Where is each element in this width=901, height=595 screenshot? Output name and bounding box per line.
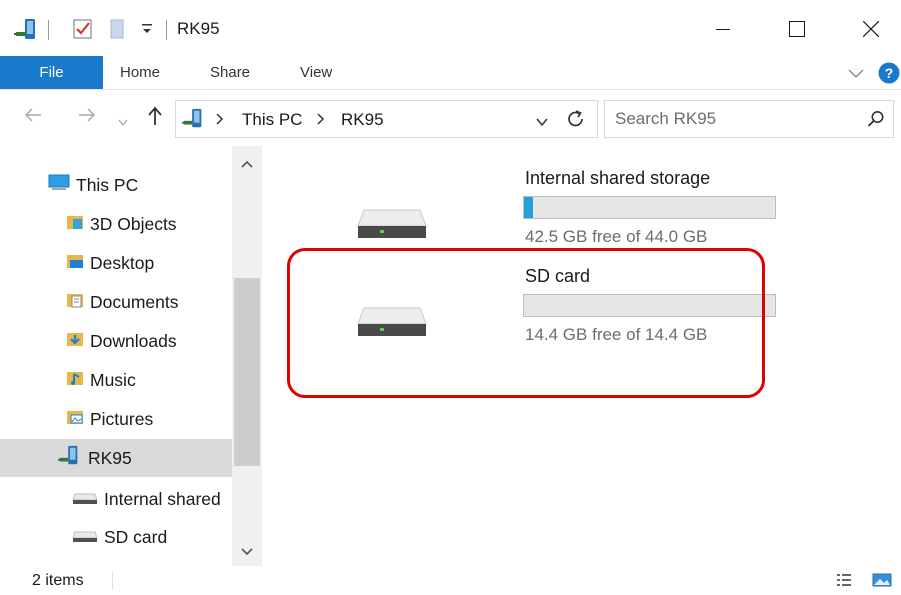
nav-item-sd-card[interactable]: SD card [0,518,232,556]
large-icons-view-icon[interactable] [872,572,892,593]
properties-icon[interactable] [72,18,94,45]
3d-objects-icon [66,213,84,236]
recent-locations-chevron-icon[interactable] [118,111,128,132]
tab-home[interactable]: Home [120,56,160,89]
nav-item-desktop[interactable]: Desktop [0,244,232,282]
minimize-icon [716,29,730,30]
details-view-icon[interactable] [836,572,852,593]
pictures-folder-icon [66,408,84,431]
drive-usage-bar [523,196,776,219]
refresh-icon[interactable] [566,108,586,135]
search-box[interactable] [604,100,894,138]
nav-item-music[interactable]: Music [0,361,232,399]
expand-ribbon-chevron-icon[interactable] [848,66,864,84]
nav-item-pictures[interactable]: Pictures [0,400,232,438]
title-bar: RK95 [0,0,901,56]
tab-share[interactable]: Share [210,56,250,89]
drive-usage-fill [524,197,533,218]
breadcrumb-chevron-icon[interactable] [317,112,325,130]
downloads-folder-icon [66,330,84,353]
portable-device-icon [182,107,206,136]
highlight-annotation [287,248,765,398]
item-count: 2 items [32,572,84,589]
scroll-up-icon[interactable] [241,156,253,174]
scrollbar-thumb[interactable] [234,278,260,466]
breadcrumb-chevron-icon[interactable] [216,112,224,130]
documents-folder-icon [66,291,84,314]
tab-view[interactable]: View [300,56,332,89]
new-folder-icon[interactable] [107,18,127,45]
maximize-icon [789,21,805,37]
address-history-chevron-icon[interactable] [536,114,548,132]
forward-arrow-icon[interactable] [78,106,96,129]
nav-item-this-pc[interactable]: This PC [0,166,232,204]
music-folder-icon [66,369,84,392]
nav-item-3d-objects[interactable]: 3D Objects [0,205,232,243]
drive-name: Internal shared storage [525,168,711,188]
nav-item-documents[interactable]: Documents [0,283,232,321]
portable-device-icon[interactable] [14,18,40,47]
navigation-bar: This PC RK95 [0,90,901,146]
maximize-button[interactable] [767,8,827,50]
nav-item-internal-shared[interactable]: Internal shared [0,480,232,518]
scroll-down-icon[interactable] [241,543,253,561]
address-bar[interactable]: This PC RK95 [175,100,598,138]
drive-icon [72,489,98,510]
status-bar: 2 items [0,566,901,595]
nav-pane-scrollbar[interactable] [232,146,262,566]
tab-file[interactable]: File [0,56,103,89]
close-button[interactable] [841,8,901,50]
drive-icon [72,527,98,548]
back-arrow-icon[interactable] [24,106,42,129]
breadcrumb-this-pc[interactable]: This PC [242,110,302,130]
portable-device-icon [58,445,82,472]
ribbon-tabs: File Home Share View ? [0,56,901,90]
search-input[interactable] [615,107,855,131]
svg-text:?: ? [885,65,894,81]
navigation-pane: This PC 3D Objects Desktop Documents Dow… [0,146,262,566]
search-icon[interactable] [867,110,885,133]
nav-item-downloads[interactable]: Downloads [0,322,232,360]
minimize-button[interactable] [693,8,753,50]
close-icon [863,21,879,37]
up-arrow-icon[interactable] [146,106,164,131]
nav-item-rk95[interactable]: RK95 [0,439,232,477]
drive-icon [356,206,428,245]
desktop-folder-icon [66,252,84,275]
computer-icon [48,174,70,197]
drive-free-space: 42.5 GB free of 44.0 GB [525,227,708,246]
help-icon[interactable]: ? [878,62,900,89]
breadcrumb-rk95[interactable]: RK95 [341,110,384,130]
window-title: RK95 [177,19,220,38]
customize-toolbar-chevron-icon[interactable] [141,22,153,41]
